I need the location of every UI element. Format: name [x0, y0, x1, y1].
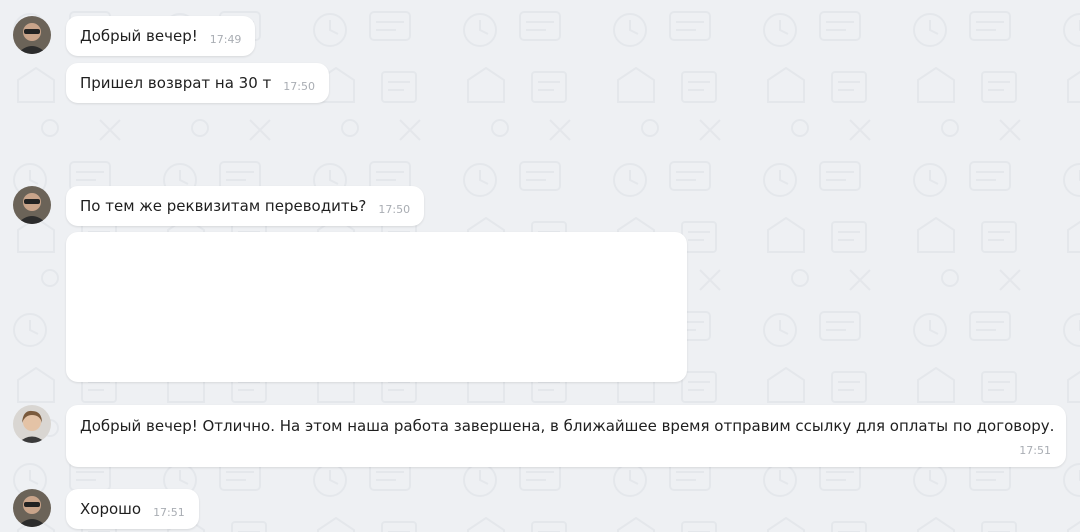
- user-avatar-icon: [13, 16, 51, 54]
- message-bubble: Хорошо 17:51: [66, 489, 199, 529]
- message-timestamp: 17:50: [283, 79, 315, 93]
- message-timestamp: 17:49: [209, 32, 242, 46]
- message-timestamp: 17:51: [153, 505, 185, 519]
- avatar[interactable]: [13, 489, 51, 527]
- message-text: Пришел возврат на 30 т: [80, 74, 272, 92]
- user-avatar-icon: [13, 186, 51, 224]
- message-text: Хорошо: [80, 500, 142, 518]
- message-timestamp: 17:50: [378, 202, 411, 216]
- avatar[interactable]: [13, 186, 51, 224]
- message-text: По тем же реквизитам переводить?: [80, 197, 367, 215]
- avatar[interactable]: [13, 405, 51, 443]
- message-text: Добрый вечер! Отлично. На этом наша рабо…: [80, 417, 1055, 435]
- manager-avatar-icon: [13, 405, 51, 443]
- message-timestamp: 17:51: [1019, 444, 1051, 457]
- attachment-preview[interactable]: [66, 232, 687, 382]
- message-bubble: Добрый вечер! 17:49: [66, 16, 256, 56]
- message-bubble: Пришел возврат на 30 т 17:50: [66, 63, 329, 103]
- user-avatar-icon: [13, 489, 51, 527]
- message-bubble: Добрый вечер! Отлично. На этом наша рабо…: [66, 405, 1066, 467]
- message-text: Добрый вечер!: [80, 27, 198, 45]
- avatar[interactable]: [13, 16, 51, 54]
- message-bubble: По тем же реквизитам переводить? 17:50: [66, 186, 425, 226]
